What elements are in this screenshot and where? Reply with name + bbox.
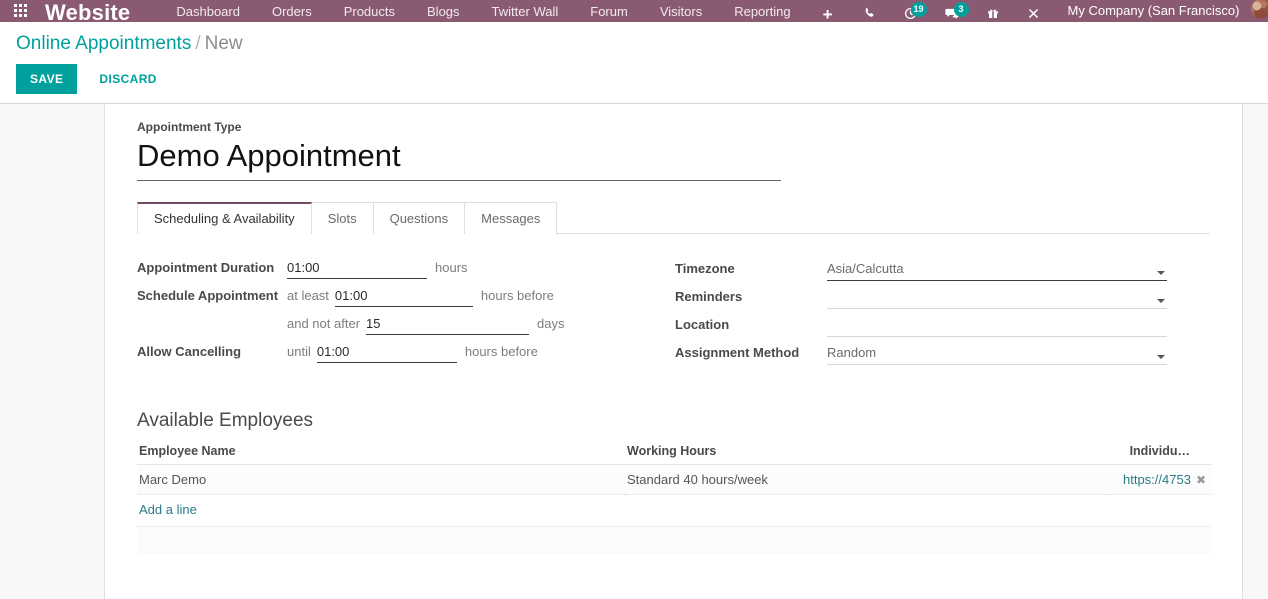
menu-item-blogs[interactable]: Blogs [411,5,476,22]
menu-item-products[interactable]: Products [328,5,411,22]
column-header-working-hours[interactable]: Working Hours [625,444,1107,465]
apps-grid-icon[interactable] [14,4,27,17]
location-input[interactable] [827,316,1167,336]
breadcrumb-online-appointments[interactable]: Online Appointments [16,33,191,54]
breadcrumb-current: New [204,33,243,54]
allow-cancelling-label: Allow Cancelling [137,344,242,359]
appointment-name-input[interactable] [137,136,781,181]
field-location: Location [675,316,1167,344]
allow-cancelling-prefix: until [287,344,311,359]
column-header-employee-name[interactable]: Employee Name [137,444,625,465]
field-allow-cancelling: Allow Cancelling until hours before [137,344,673,372]
add-a-line-link[interactable]: Add a line [137,495,197,517]
main-menu: Dashboard Orders Products Blogs Twitter … [160,5,849,23]
allow-cancelling-suffix: hours before [464,344,538,359]
app-brand-website[interactable]: Website [45,2,130,23]
field-assignment-method: Assignment Method Random [675,344,1167,372]
menu-item-orders[interactable]: Orders [256,5,328,22]
cell-working-hours[interactable]: Standard 40 hours/week [625,464,1107,495]
form-fields: Appointment Duration hours Schedule Appo… [137,260,1210,372]
messages-count-badge: 3 [953,2,969,17]
tab-slots[interactable]: Slots [310,202,374,234]
cell-employee-name[interactable]: Marc Demo [137,464,625,495]
tab-questions[interactable]: Questions [372,202,466,234]
schedule-max-suffix: days [537,316,565,331]
field-timezone: Timezone Asia/Calcutta [675,260,1167,288]
gift-icon[interactable] [973,7,1013,20]
menu-item-visitors[interactable]: Visitors [644,5,718,22]
available-employees-title: Available Employees [137,410,314,431]
menu-item-twitter-wall[interactable]: Twitter Wall [476,5,575,22]
menu-item-reporting[interactable]: Reporting [718,5,806,22]
table-header-row: Employee Name Working Hours Individu… [137,444,1212,465]
appointment-duration-input[interactable] [287,260,427,279]
field-schedule-min: Schedule Appointment at least hours befo… [137,288,673,316]
menu-item-forum[interactable]: Forum [574,5,644,22]
schedule-min-prefix: at least [287,288,329,303]
schedule-max-days-input[interactable] [366,316,529,335]
tab-messages[interactable]: Messages [464,202,558,234]
navbar-systray: 19 3 My Company (San Francisco) M [849,0,1268,22]
allow-cancelling-input[interactable] [316,344,457,363]
discard-button[interactable]: DISCARD [85,64,170,94]
control-panel-buttons: SAVE DISCARD [16,64,1252,94]
phone-icon[interactable] [849,7,890,20]
appointment-duration-label: Appointment Duration [137,260,275,275]
form-column-left: Appointment Duration hours Schedule Appo… [137,260,673,372]
activity-clock-icon[interactable]: 19 [890,2,931,20]
table-row[interactable]: Marc Demo Standard 40 hours/week https:/… [137,464,1212,495]
breadcrumb: Online Appointments / New [16,30,1252,58]
appointment-duration-suffix: hours [435,260,468,275]
field-schedule-max: and not after days [137,316,673,344]
reminders-label: Reminders [675,289,743,304]
field-reminders: Reminders [675,288,1167,316]
assignment-method-select[interactable]: Random [827,344,1167,364]
save-button[interactable]: SAVE [16,64,78,94]
location-label: Location [675,317,730,332]
menu-item-dashboard[interactable]: Dashboard [160,5,256,22]
list-footer-strip [137,526,1212,554]
form-sheet: Appointment Type Scheduling & Availabili… [104,104,1243,599]
schedule-min-suffix: hours before [480,288,554,303]
schedule-min-hours-input[interactable] [334,288,473,307]
new-record-plus-icon[interactable]: + [807,6,849,22]
tab-scheduling-availability[interactable]: Scheduling & Availability [137,202,312,234]
remove-row-icon[interactable]: ✖ [1196,473,1206,487]
assignment-method-label: Assignment Method [675,345,800,360]
form-column-right: Timezone Asia/Calcutta Reminders Locatio… [675,260,1167,372]
messages-icon[interactable]: 3 [931,2,973,20]
company-selector[interactable]: My Company (San Francisco) [1054,4,1250,20]
form-background: Appointment Type Scheduling & Availabili… [0,104,1268,599]
timezone-select[interactable]: Asia/Calcutta [827,260,1167,280]
field-appointment-duration: Appointment Duration hours [137,260,673,288]
reminders-select[interactable] [827,288,1167,308]
close-icon[interactable] [1013,7,1054,20]
top-navbar: Website Dashboard Orders Products Blogs … [0,0,1268,22]
breadcrumb-separator: / [195,33,201,54]
schedule-appointment-label: Schedule Appointment [137,288,279,303]
control-panel: Online Appointments / New SAVE DISCARD [0,22,1268,104]
cell-individual-link[interactable]: https://4753 ✖ [1107,464,1212,495]
schedule-max-prefix: and not after [287,316,360,331]
form-notebook-tabs: Scheduling & Availability Slots Question… [137,202,1210,234]
column-header-individual[interactable]: Individu… [1107,444,1212,465]
individual-link-value[interactable]: https://4753 [1123,472,1191,487]
timezone-label: Timezone [675,261,735,276]
available-employees-table: Employee Name Working Hours Individu… Ma… [137,444,1212,495]
avatar[interactable] [1251,0,1268,19]
appointment-type-label: Appointment Type [137,120,242,134]
activity-count-badge: 19 [910,2,927,17]
